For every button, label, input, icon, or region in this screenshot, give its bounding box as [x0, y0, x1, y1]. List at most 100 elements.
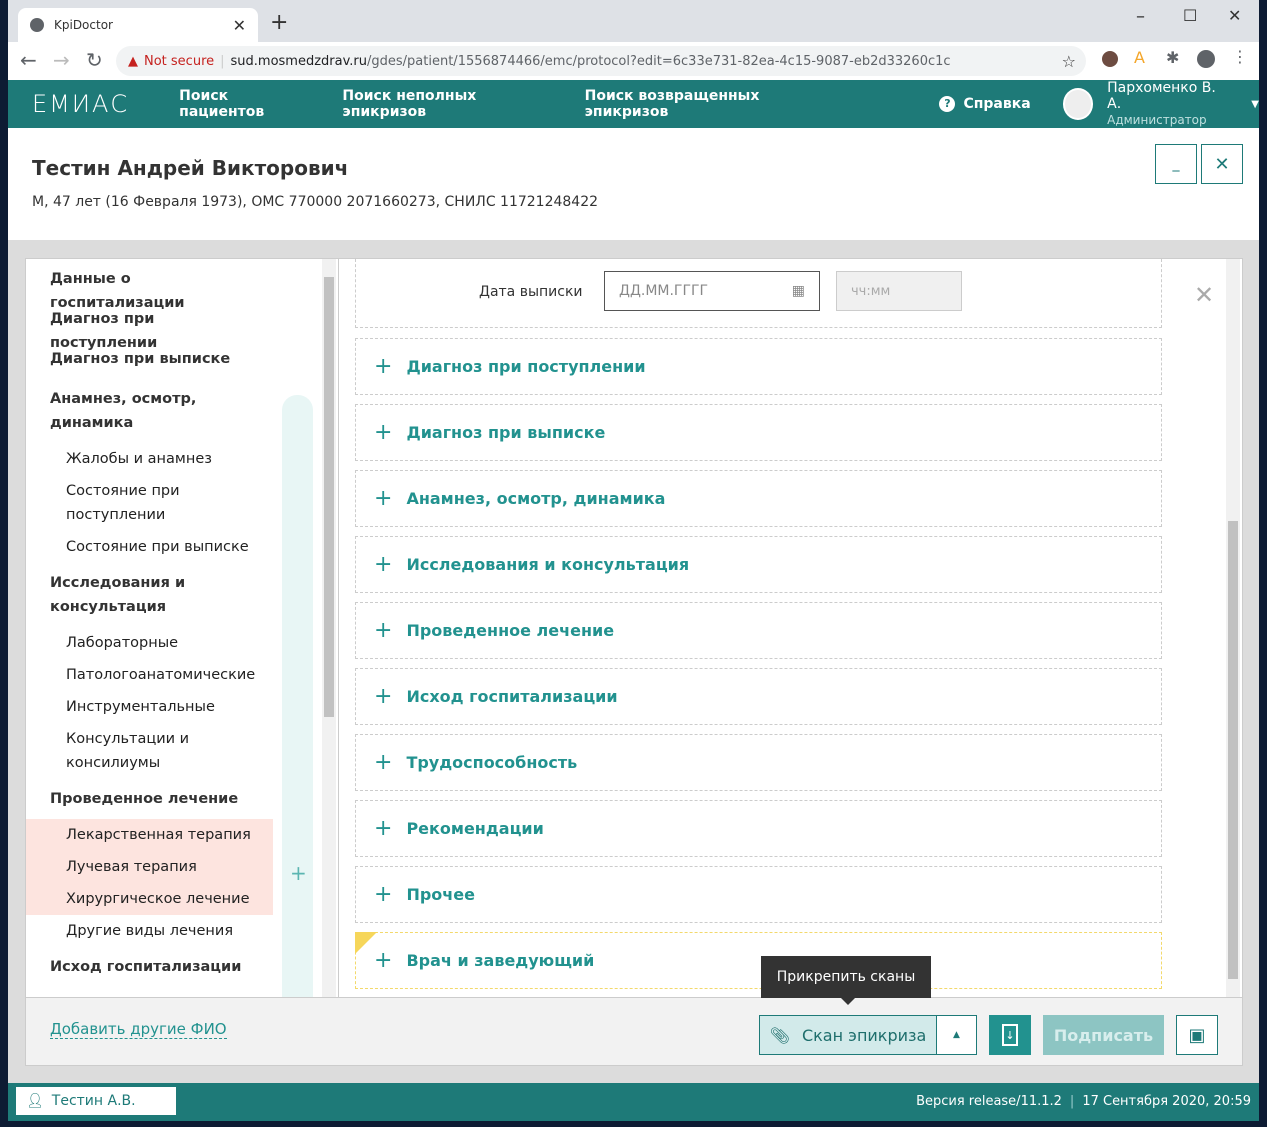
- footer-bar: Добавить другие ФИО Прикрепить сканы 📎︎ С…: [26, 956, 1242, 1065]
- user-menu[interactable]: Пархоменко В. А. Администратор: [1107, 80, 1227, 128]
- sidebar-item[interactable]: Другие виды лечения: [66, 919, 256, 943]
- sidebar-item[interactable]: Консультации и консилиумы: [66, 727, 256, 775]
- back-icon[interactable]: ←: [20, 48, 37, 72]
- save-button[interactable]: ▣: [1176, 1015, 1218, 1055]
- help-link[interactable]: ? Справка: [939, 96, 1031, 112]
- url-host: sud.mosmedzdrav.ru: [230, 53, 368, 69]
- section-header[interactable]: + Проведенное лечение: [355, 602, 1162, 659]
- sidebar-item[interactable]: Инструментальные: [66, 695, 256, 719]
- sidebar-item[interactable]: Жалобы и анамнез: [66, 447, 256, 471]
- url-path: /gdes/patient/1556874466/emc/protocol?ed…: [367, 53, 951, 69]
- sidebar-item[interactable]: Хирургическое лечение: [66, 887, 256, 911]
- browser-toolbar: ← → ↻ ▲ Not secure | sud.mosmedzdrav.ru /…: [8, 42, 1259, 80]
- add-names-link[interactable]: Добавить другие ФИО: [50, 1020, 227, 1039]
- discharge-date-row: Дата выписки ДД.ММ.ГГГГ ▦ чч:мм: [355, 259, 1162, 328]
- plus-icon: +: [374, 618, 393, 643]
- close-window-icon[interactable]: ✕: [1228, 6, 1241, 25]
- datetime-label: 17 Сентября 2020, 20:59: [1082, 1094, 1251, 1109]
- section-header[interactable]: + Анамнез, осмотр, динамика: [355, 470, 1162, 527]
- plus-icon: +: [374, 354, 393, 379]
- help-icon: ?: [939, 96, 956, 112]
- sidebar-item[interactable]: Диагноз при выписке: [50, 347, 260, 371]
- current-user: 👤︎ Тестин А.В.: [16, 1087, 176, 1115]
- emias-logo[interactable]: ЕМИАС: [32, 90, 129, 118]
- tab-title: KpiDoctor: [54, 18, 113, 32]
- chevron-down-icon[interactable]: ▼: [1251, 99, 1259, 110]
- add-icon[interactable]: +: [290, 861, 307, 885]
- minimize-icon[interactable]: –: [1136, 6, 1145, 27]
- section-header[interactable]: + Диагноз при поступлении: [355, 338, 1162, 395]
- caret-up-icon: ▲: [953, 1030, 960, 1040]
- section-header[interactable]: + Врач и заведующий: [355, 932, 1162, 989]
- maximize-icon[interactable]: ☐: [1183, 6, 1197, 25]
- calendar-icon[interactable]: ▦: [792, 283, 805, 299]
- profile-icon[interactable]: [1197, 50, 1215, 68]
- sidebar-item[interactable]: Патологоанатомические: [66, 663, 256, 687]
- sidebar-item[interactable]: Анамнез, осмотр, динамика: [50, 387, 260, 435]
- sidebar-item[interactable]: Лекарственная терапия: [66, 823, 256, 847]
- version-label: Версия release/11.1.2: [916, 1094, 1062, 1109]
- nav-incomplete-epicrisis[interactable]: Поиск неполных эпикризов: [342, 88, 552, 120]
- file-download-icon: ↓: [1002, 1024, 1018, 1046]
- plus-icon: +: [374, 684, 393, 709]
- sidebar-item[interactable]: Состояние при поступлении: [66, 479, 256, 527]
- star-icon[interactable]: ☆: [1062, 52, 1076, 71]
- app-header: ЕМИАС Поиск пациентов Поиск неполных эпи…: [8, 80, 1259, 128]
- section-header[interactable]: + Прочее: [355, 866, 1162, 923]
- section-header[interactable]: + Исход госпитализации: [355, 668, 1162, 725]
- plus-icon: +: [374, 750, 393, 775]
- extension-a-icon[interactable]: A: [1134, 48, 1145, 67]
- add-strip: +: [282, 395, 313, 997]
- nav-patient-search[interactable]: Поиск пациентов: [179, 88, 310, 120]
- sidebar-item[interactable]: Исход госпитализации: [50, 955, 260, 979]
- sidebar-item[interactable]: Состояние при выписке: [66, 535, 256, 559]
- paperclip-icon: 📎︎: [769, 1025, 790, 1045]
- main-scrollbar[interactable]: [1226, 259, 1240, 997]
- warning-icon: ▲: [128, 53, 138, 69]
- close-button[interactable]: ✕: [1201, 144, 1243, 184]
- plus-icon: +: [374, 420, 393, 445]
- globe-icon: [30, 18, 44, 32]
- sign-button[interactable]: Подписать: [1043, 1015, 1164, 1055]
- new-tab-icon[interactable]: +: [270, 10, 288, 35]
- protocol-panel: Данные о госпитализации Диагноз при посту…: [25, 258, 1243, 1066]
- close-tab-icon[interactable]: ✕: [233, 16, 246, 35]
- address-bar[interactable]: ▲ Not secure | sud.mosmedzdrav.ru/gdes/p…: [116, 46, 1086, 76]
- section-header[interactable]: + Диагноз при выписке: [355, 404, 1162, 461]
- close-section-icon[interactable]: ✕: [1194, 281, 1214, 309]
- nav-returned-epicrisis[interactable]: Поиск возвращенных эпикризов: [585, 88, 834, 120]
- puzzle-icon[interactable]: ✱: [1166, 48, 1179, 67]
- avatar[interactable]: [1062, 88, 1094, 120]
- scan-epicrisis-button[interactable]: 📎︎ Скан эпикриза: [759, 1015, 937, 1055]
- sidebar-item[interactable]: Лабораторные: [66, 631, 256, 655]
- date-input[interactable]: ДД.ММ.ГГГГ ▦: [604, 271, 820, 311]
- minimize-button[interactable]: _: [1155, 144, 1197, 184]
- sidebar-item[interactable]: Лучевая терапия: [66, 855, 256, 879]
- floppy-icon: ▣: [1188, 1024, 1206, 1046]
- discharge-date-label: Дата выписки: [479, 284, 583, 300]
- plus-icon: +: [374, 816, 393, 841]
- sidebar-item[interactable]: Исследования и консультация: [50, 571, 260, 619]
- section-header[interactable]: + Трудоспособность: [355, 734, 1162, 791]
- user-icon: 👤︎: [26, 1093, 44, 1109]
- plus-icon: +: [374, 552, 393, 577]
- extension-icon[interactable]: [1102, 51, 1118, 67]
- browser-tab-bar: KpiDoctor ✕ + – ☐ ✕: [8, 0, 1259, 42]
- time-input[interactable]: чч:мм: [836, 271, 962, 311]
- sidebar-item[interactable]: Проведенное лечение: [50, 787, 260, 811]
- section-header[interactable]: + Исследования и консультация: [355, 536, 1162, 593]
- browser-tab[interactable]: KpiDoctor ✕: [18, 8, 258, 42]
- download-button[interactable]: ↓: [989, 1015, 1031, 1055]
- flag-corner: [355, 932, 377, 954]
- tooltip: Прикрепить сканы: [761, 956, 931, 1005]
- sidebar-scrollbar[interactable]: [322, 259, 336, 997]
- menu-icon[interactable]: ⋮: [1232, 47, 1248, 66]
- reload-icon[interactable]: ↻: [86, 48, 103, 72]
- status-bar: 👤︎ Тестин А.В. Версия release/11.1.2 | 17 С…: [8, 1083, 1259, 1121]
- section-header[interactable]: + Рекомендации: [355, 800, 1162, 857]
- patient-header: Тестин Андрей Викторович М, 47 лет (16 Ф…: [8, 128, 1259, 240]
- security-label: Not secure: [144, 53, 215, 69]
- plus-icon: +: [374, 882, 393, 907]
- forward-icon[interactable]: →: [53, 48, 70, 72]
- scan-dropdown-button[interactable]: ▲: [936, 1015, 977, 1055]
